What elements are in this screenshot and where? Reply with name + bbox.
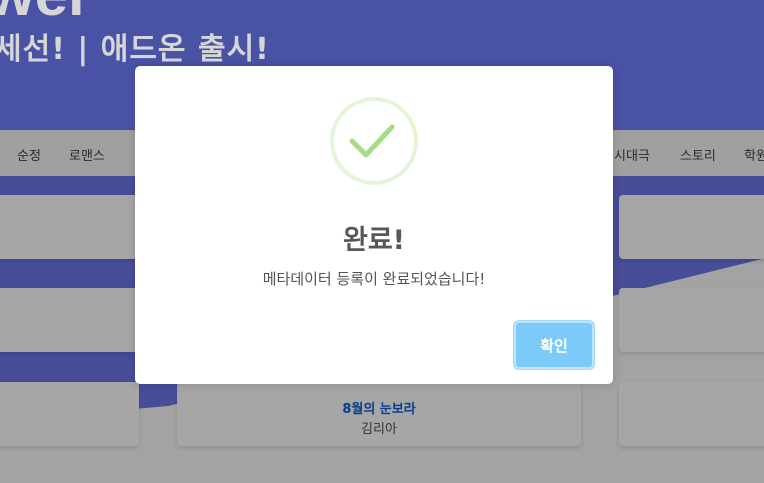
success-dialog: 완료! 메타데이터 등록이 완료되었습니다! 확인: [135, 66, 613, 384]
check-icon: [349, 124, 395, 158]
dialog-title: 완료!: [343, 225, 405, 256]
dialog-message: 메타데이터 등록이 완료되었습니다!: [262, 270, 486, 288]
success-ring: [330, 97, 418, 185]
confirm-button[interactable]: 확인: [514, 321, 594, 369]
